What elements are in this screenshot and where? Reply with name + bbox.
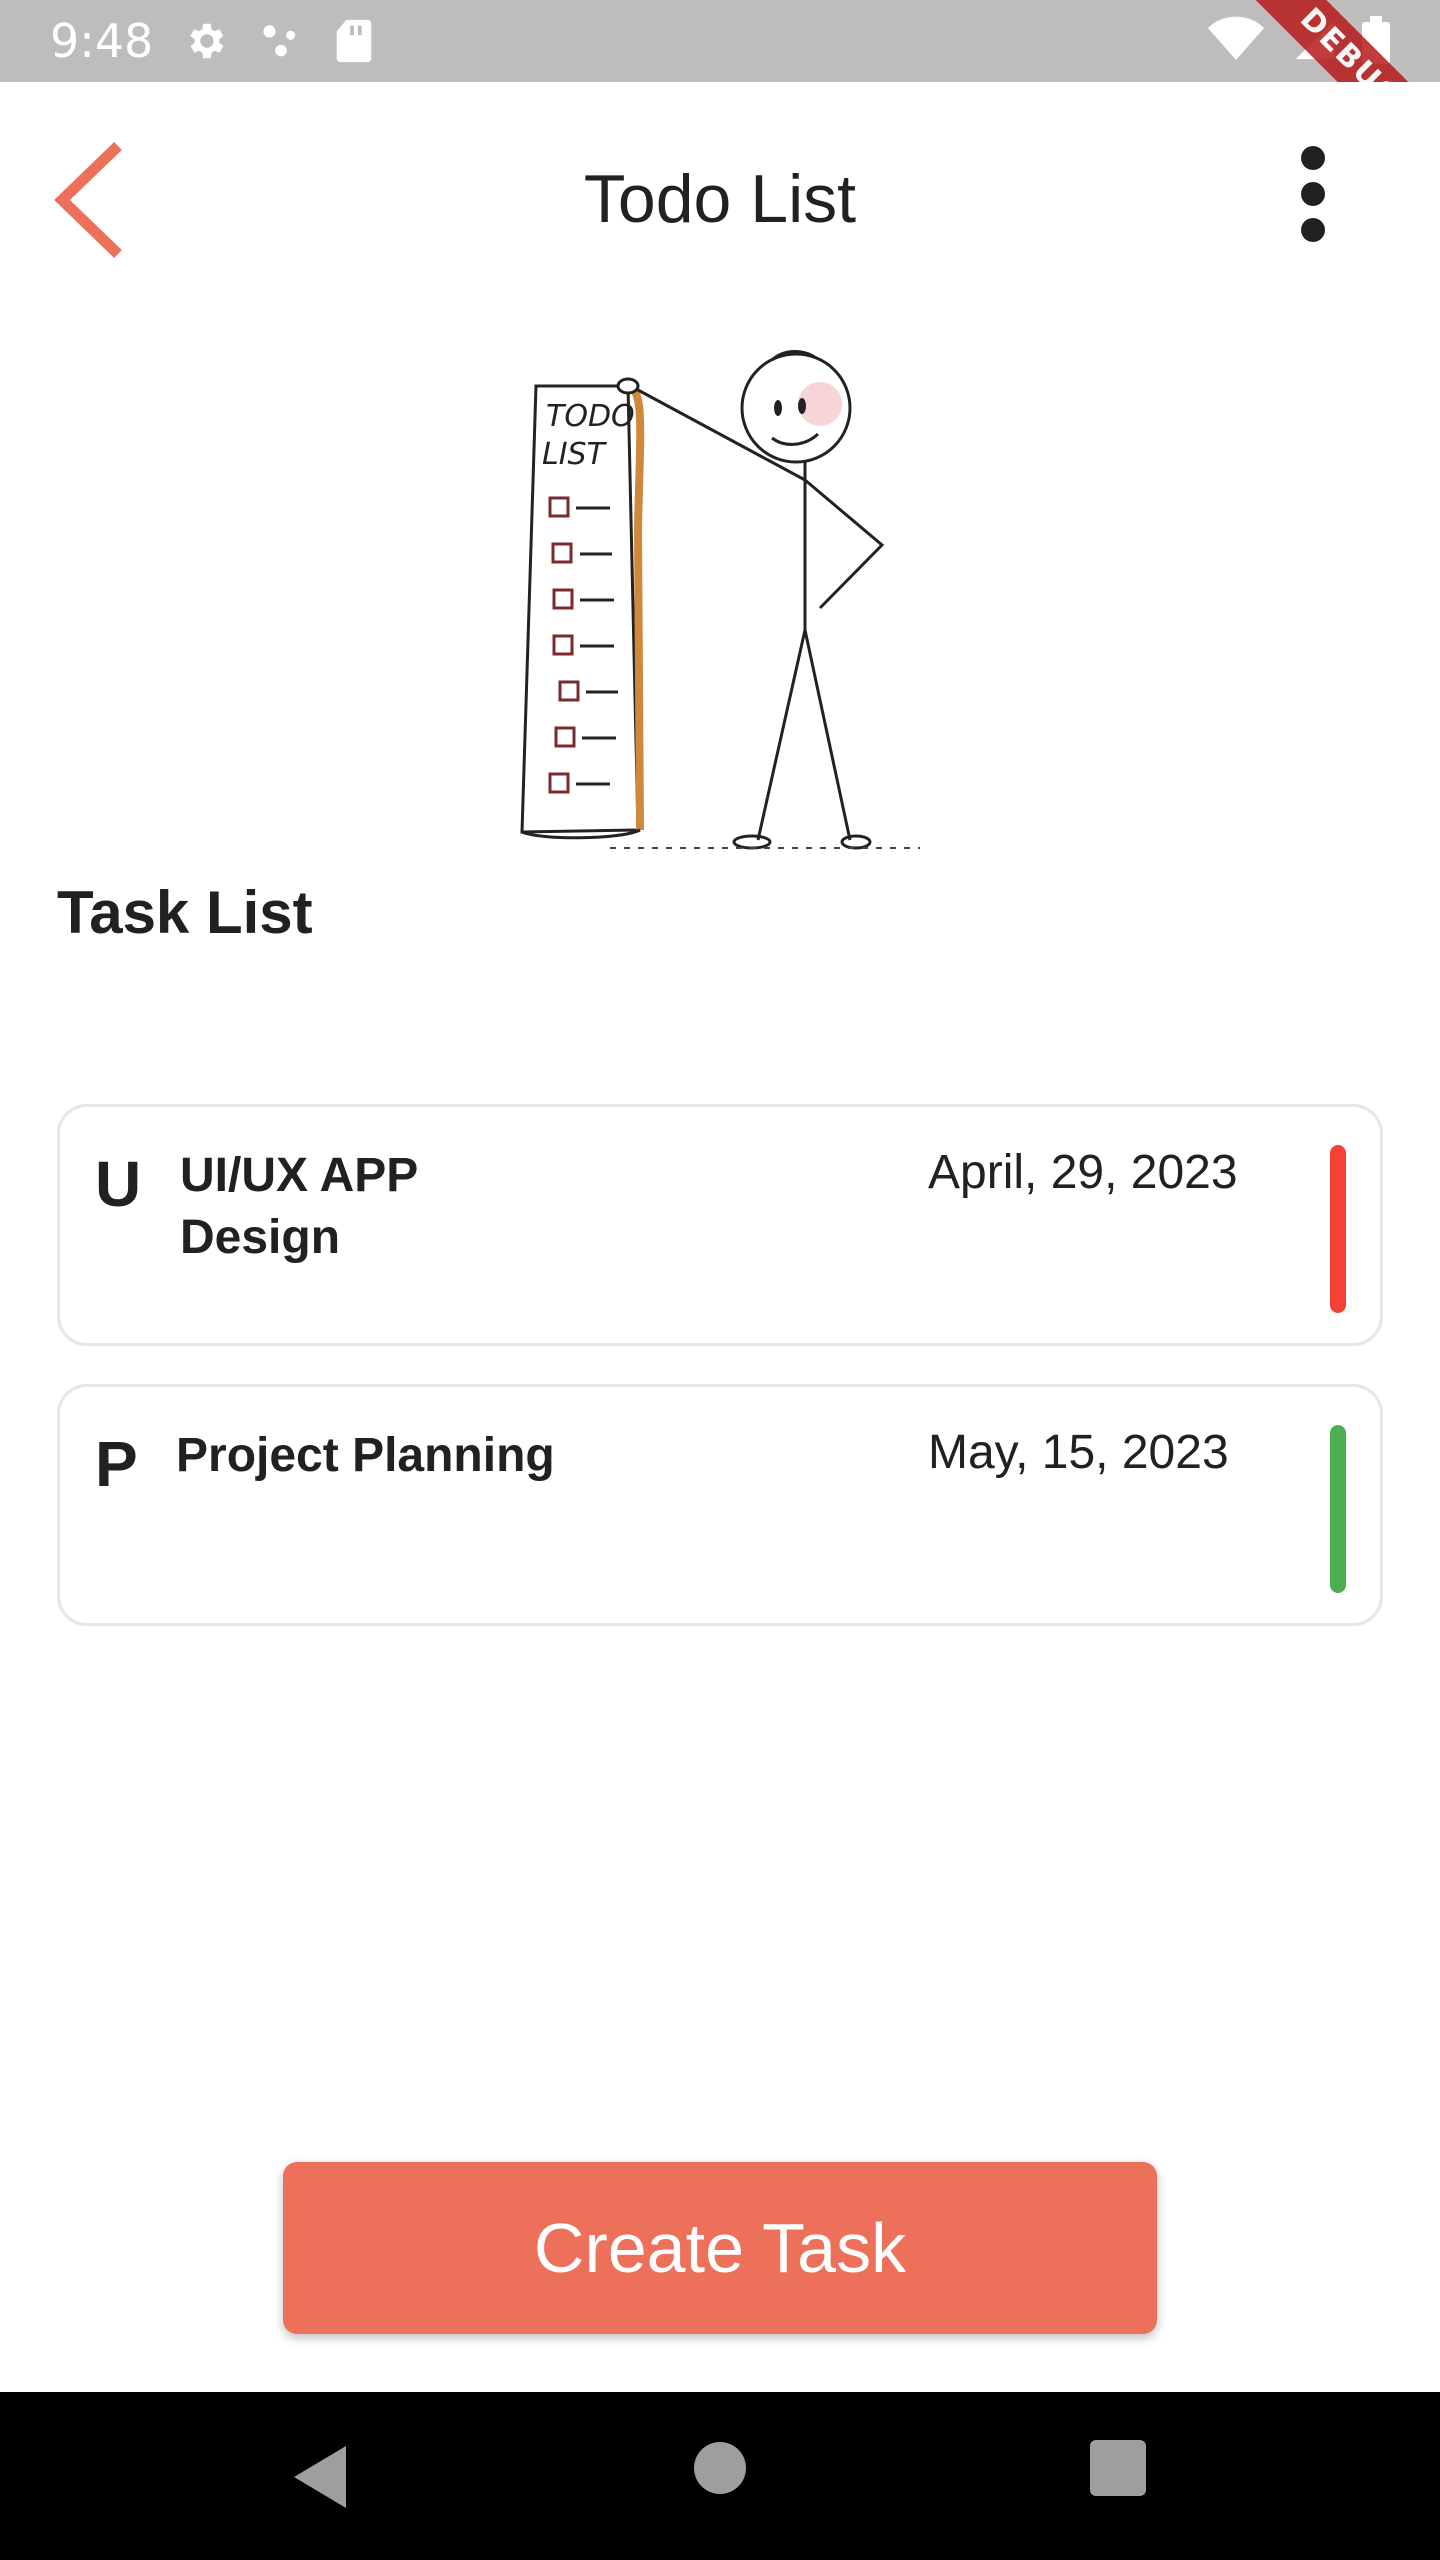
status-time: 9:48	[50, 14, 154, 68]
sd-card-icon	[336, 19, 372, 63]
task-initial: U	[95, 1148, 142, 1220]
status-bar: 9:48 DEBUG	[0, 0, 1440, 82]
task-priority-indicator	[1330, 1145, 1346, 1313]
task-title: UI/UX APP Design	[180, 1149, 418, 1264]
create-task-button[interactable]: Create Task	[283, 2162, 1157, 2334]
more-options-button[interactable]	[1278, 144, 1348, 254]
task-card[interactable]: P Project Planning May, 15, 2023	[57, 1384, 1383, 1626]
nav-home-icon[interactable]	[694, 2442, 746, 2494]
task-list-heading: Task List	[57, 879, 313, 946]
page-title: Todo List	[583, 161, 857, 237]
app-bar: Todo List	[0, 82, 1440, 312]
scroll-heading-line1: TODO	[546, 399, 635, 434]
wifi-icon	[1208, 16, 1264, 61]
settings-icon	[190, 23, 224, 59]
todo-list-illustration: TODO LIST	[500, 330, 940, 860]
scroll-heading-line2: LIST	[542, 437, 608, 472]
task-title: Project Planning	[176, 1429, 555, 1482]
dots-icon	[263, 25, 296, 57]
more-vertical-icon	[1301, 146, 1325, 242]
task-card[interactable]: U UI/UX APP Design April, 29, 2023	[57, 1104, 1383, 1346]
nav-back-icon[interactable]	[290, 2442, 350, 2512]
task-date: April, 29, 2023	[928, 1146, 1238, 1199]
task-priority-indicator	[1330, 1425, 1346, 1593]
status-icons-left	[182, 18, 374, 64]
nav-recents-icon[interactable]	[1090, 2440, 1146, 2496]
task-initial: P	[95, 1428, 138, 1500]
system-nav-bar	[0, 2392, 1440, 2560]
task-date: May, 15, 2023	[928, 1426, 1229, 1479]
